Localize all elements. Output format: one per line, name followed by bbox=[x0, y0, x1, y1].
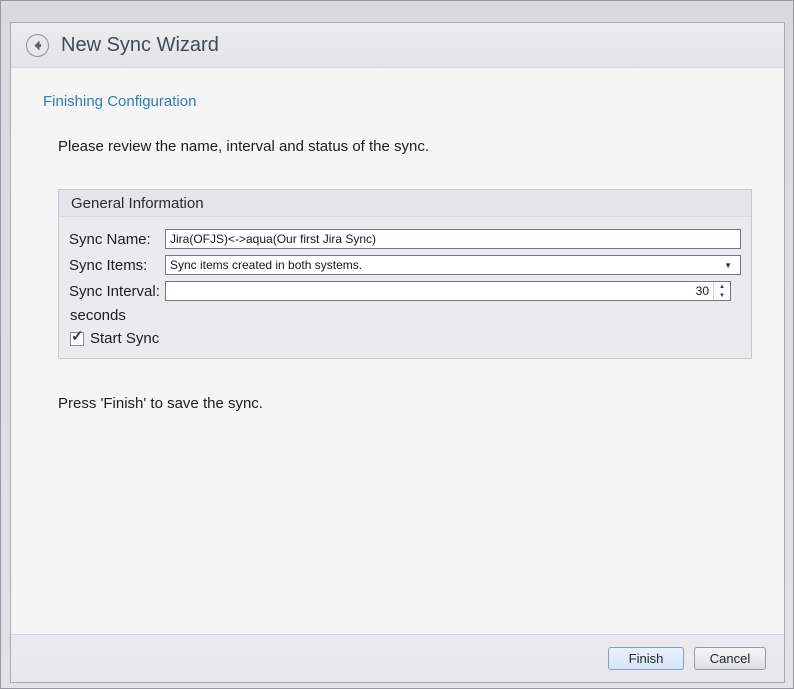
back-button[interactable] bbox=[26, 34, 49, 57]
intro-text: Please review the name, interval and sta… bbox=[58, 138, 752, 155]
start-sync-row: ✓ Start Sync bbox=[70, 330, 741, 347]
wizard-title: New Sync Wizard bbox=[61, 34, 219, 57]
sync-name-label: Sync Name: bbox=[69, 231, 165, 248]
page-heading: Finishing Configuration bbox=[43, 93, 784, 110]
sync-items-row: Sync Items: Sync items created in both s… bbox=[69, 255, 741, 275]
app-window: New Sync Wizard Finishing Configuration … bbox=[0, 0, 794, 689]
sync-items-selected-value: Sync items created in both systems. bbox=[170, 258, 724, 272]
wizard-footer: Finish Cancel bbox=[11, 634, 784, 682]
groupbox-body: Sync Name: Sync Items: Sync items create… bbox=[59, 217, 751, 358]
seconds-label: seconds bbox=[70, 307, 741, 324]
spinner-up-icon[interactable]: ▲ bbox=[714, 282, 730, 291]
wizard-content: Finishing Configuration Please review th… bbox=[11, 68, 784, 634]
sync-interval-input[interactable] bbox=[166, 282, 713, 300]
groupbox-title: General Information bbox=[59, 190, 751, 217]
cancel-button[interactable]: Cancel bbox=[694, 647, 766, 670]
sync-items-label: Sync Items: bbox=[69, 257, 165, 274]
start-sync-label: Start Sync bbox=[90, 330, 159, 347]
checkmark-icon: ✓ bbox=[71, 329, 84, 344]
sync-name-input[interactable] bbox=[165, 229, 741, 249]
spinner-down-icon[interactable]: ▼ bbox=[714, 291, 730, 300]
sync-items-dropdown[interactable]: Sync items created in both systems. ▼ bbox=[165, 255, 741, 275]
sync-interval-label: Sync Interval: bbox=[69, 283, 165, 300]
sync-interval-row: Sync Interval: ▲ ▼ bbox=[69, 281, 741, 301]
chevron-down-icon: ▼ bbox=[724, 261, 736, 270]
finish-button[interactable]: Finish bbox=[608, 647, 684, 670]
start-sync-checkbox[interactable]: ✓ bbox=[70, 332, 84, 346]
spinner-buttons: ▲ ▼ bbox=[713, 282, 730, 300]
wizard-header: New Sync Wizard bbox=[11, 23, 784, 68]
general-information-groupbox: General Information Sync Name: Sync Item… bbox=[58, 189, 752, 359]
back-arrow-icon bbox=[31, 39, 44, 52]
sync-name-row: Sync Name: bbox=[69, 229, 741, 249]
finish-note: Press 'Finish' to save the sync. bbox=[58, 395, 752, 412]
sync-interval-stepper: ▲ ▼ bbox=[165, 281, 731, 301]
new-sync-wizard-dialog: New Sync Wizard Finishing Configuration … bbox=[10, 22, 785, 683]
